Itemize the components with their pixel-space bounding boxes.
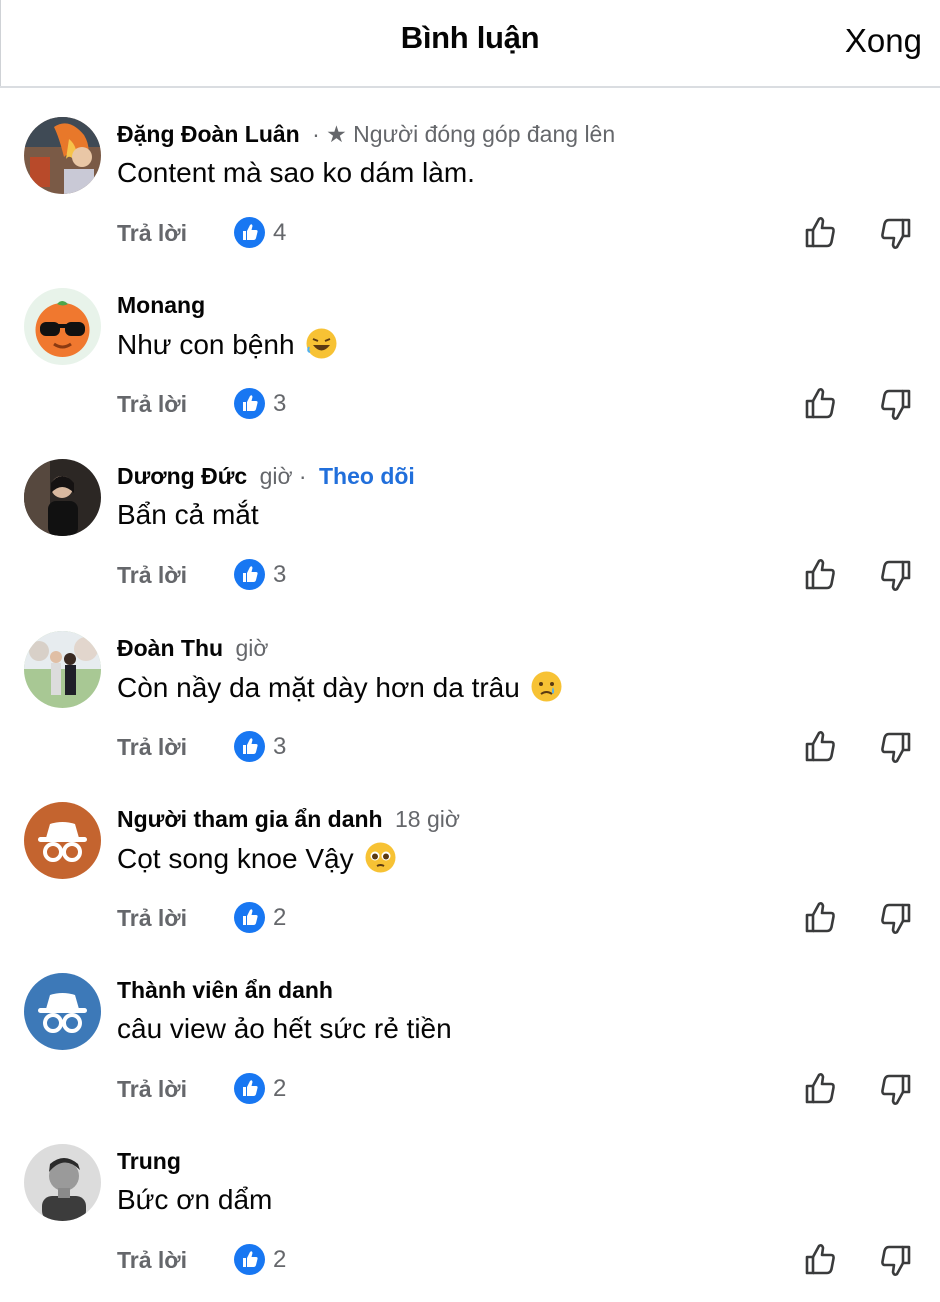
comment-actions: Trả lời 3: [117, 730, 917, 763]
like-icon: [234, 901, 265, 933]
comment-meta: Trung: [117, 1147, 193, 1175]
commenter-name[interactable]: Đoàn Thu: [117, 635, 223, 661]
upvote-icon[interactable]: [800, 727, 840, 767]
avatar[interactable]: [24, 1144, 101, 1222]
like-count: 2: [273, 903, 287, 931]
downvote-icon[interactable]: [876, 898, 916, 938]
avatar[interactable]: [24, 288, 101, 366]
follow-link[interactable]: Theo dõi: [319, 463, 415, 489]
like-count: 2: [273, 1074, 287, 1102]
comment-text: Bẩn cả mắt: [117, 498, 259, 532]
like-icon: [234, 730, 265, 762]
comment-meta: Dương Đức giờ · Theo dõi: [117, 462, 415, 490]
comment-meta-text: giờ ·: [259, 463, 307, 490]
comment-meta: Đoàn Thu giờ: [117, 634, 274, 662]
comment-body: Còn nầy da mặt dày hơn da trâu: [117, 671, 520, 703]
comment-actions: Trả lời 3: [117, 388, 917, 421]
pleading-emoji: [364, 841, 397, 874]
comment-meta-text: 18 giờ: [394, 805, 460, 832]
comment-text: Bức ơn dẩm: [117, 1183, 272, 1217]
avatar[interactable]: [24, 117, 101, 194]
done-button[interactable]: Xong: [845, 22, 922, 60]
comments-header: Bình luận Xong: [0, 0, 940, 88]
reply-button[interactable]: Trả lời: [117, 731, 187, 763]
comment-item: Đoàn Thu giờ Còn nầy da mặt dày hơn da t…: [0, 604, 940, 775]
reply-button[interactable]: Trả lời: [117, 1073, 187, 1105]
reply-button[interactable]: Trả lời: [117, 902, 187, 934]
comment-text: Cọt song knoe Vậy: [117, 841, 397, 876]
comment-body: Content mà sao ko dám làm.: [117, 157, 475, 188]
comment-meta-text: · ★ Người đóng góp đang lên: [312, 121, 616, 147]
upvote-icon[interactable]: [800, 898, 840, 938]
like-icon: [234, 217, 265, 248]
like-icon: [234, 1244, 265, 1276]
commenter-name[interactable]: Thành viên ẩn danh: [117, 977, 333, 1003]
comment-body: Bẩn cả mắt: [117, 499, 259, 531]
reply-button[interactable]: Trả lời: [117, 388, 187, 420]
like-icon: [234, 559, 265, 591]
page-title: Bình luận: [400, 20, 540, 55]
downvote-icon[interactable]: [876, 1240, 916, 1280]
commenter-name[interactable]: Monang: [117, 292, 205, 318]
upvote-icon[interactable]: [800, 384, 840, 424]
avatar[interactable]: [24, 630, 101, 708]
upvote-icon[interactable]: [800, 1240, 840, 1280]
comment-actions: Trả lời 2: [117, 1244, 917, 1277]
comment-meta: Thành viên ẩn danh: [117, 976, 345, 1004]
reply-button[interactable]: Trả lời: [117, 1244, 187, 1276]
comment-meta: Đặng Đoàn Luân · ★ Người đóng góp đang l…: [117, 120, 621, 148]
comment-actions: Trả lời 3: [117, 559, 917, 592]
reply-button[interactable]: Trả lời: [117, 559, 187, 591]
comment-body: Bức ơn dẩm: [117, 1184, 273, 1216]
commenter-name[interactable]: Dương Đức: [117, 463, 247, 489]
comment-item: Trung Bức ơn dẩm Trả lời 2: [0, 1117, 940, 1288]
comment-item: Người tham gia ẩn danh 18 giờ Cọt song k…: [0, 775, 940, 946]
comment-body: Như con bệnh: [117, 329, 295, 361]
commenter-name[interactable]: Đặng Đoàn Luân: [117, 121, 300, 147]
comment-meta: Monang: [117, 291, 217, 319]
comment-actions: Trả lời 2: [117, 1072, 917, 1105]
comment-item: Đặng Đoàn Luân · ★ Người đóng góp đang l…: [0, 90, 940, 261]
comment-item: Thành viên ẩn danh câu view ảo hết sức r…: [0, 946, 940, 1117]
comment-list: Đặng Đoàn Luân · ★ Người đóng góp đang l…: [0, 90, 940, 1288]
downvote-icon[interactable]: [876, 384, 916, 424]
comment-text: Như con bệnh: [117, 327, 338, 362]
downvote-icon[interactable]: [876, 213, 916, 253]
upvote-icon[interactable]: [800, 1069, 840, 1109]
commenter-name[interactable]: Trung: [117, 1148, 181, 1174]
comment-text: Content mà sao ko dám làm.: [117, 156, 475, 190]
comment-text: câu view ảo hết sức rẻ tiền: [117, 1012, 452, 1046]
downvote-icon[interactable]: [876, 727, 916, 767]
downvote-icon[interactable]: [876, 1069, 916, 1109]
comment-text: Còn nầy da mặt dày hơn da trâu: [117, 670, 563, 705]
comment-body: Cọt song knoe Vậy: [117, 842, 354, 874]
commenter-name[interactable]: Người tham gia ẩn danh: [117, 806, 383, 832]
like-count: 3: [273, 561, 287, 589]
comment-item: Dương Đức giờ · Theo dõi Bẩn cả mắt Trả …: [0, 432, 940, 603]
downvote-icon[interactable]: [876, 555, 916, 595]
comment-actions: Trả lời 4: [117, 217, 917, 249]
comment-meta: Người tham gia ẩn danh 18 giờ: [117, 805, 466, 833]
like-count: 4: [273, 219, 287, 246]
avatar[interactable]: [24, 972, 101, 1050]
comment-body: câu view ảo hết sức rẻ tiền: [117, 1012, 452, 1044]
comment-item: Monang Như con bệnh Trả lời 3: [0, 261, 940, 432]
like-icon: [234, 1072, 265, 1104]
upvote-icon[interactable]: [800, 213, 840, 253]
comment-meta-text: giờ: [235, 634, 269, 661]
like-count: 3: [273, 732, 287, 760]
upvote-icon[interactable]: [800, 555, 840, 595]
tear-emoji: [530, 670, 563, 703]
like-icon: [234, 388, 265, 420]
comment-actions: Trả lời 2: [117, 901, 917, 934]
avatar[interactable]: [24, 459, 101, 537]
rofl-emoji: [305, 327, 338, 360]
avatar[interactable]: [24, 801, 101, 879]
like-count: 2: [273, 1246, 287, 1274]
like-count: 3: [273, 390, 287, 418]
reply-button[interactable]: Trả lời: [117, 217, 187, 249]
